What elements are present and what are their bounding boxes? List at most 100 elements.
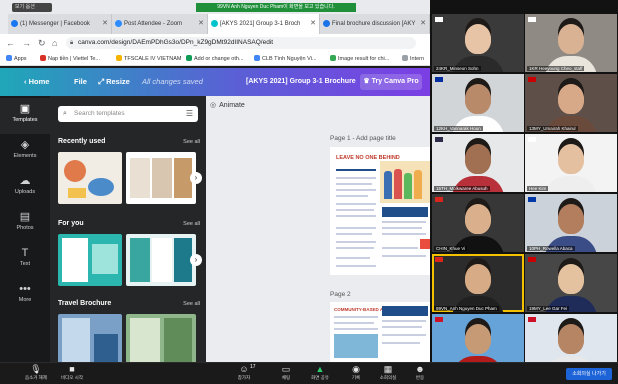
country-flag-icon <box>435 257 443 262</box>
rail-text[interactable]: T Text <box>0 242 50 278</box>
participant-tile[interactable]: 99VN_Anh Nguyen Duc Pham <box>432 254 524 312</box>
participant-tile[interactable]: Hee Kim <box>525 134 617 192</box>
animate-icon: ◎ <box>210 102 217 109</box>
zoom-view-options[interactable]: 보기 옵션 <box>12 3 52 12</box>
bookmark-item[interactable]: Intern <box>402 54 424 64</box>
rail-uploads[interactable]: ☁ Uploads <box>0 170 50 206</box>
tab-title: [AKYS 2021] Group 3-1 Broch <box>220 21 301 27</box>
home-button[interactable]: ‹ Home <box>24 68 49 96</box>
bookmark-item[interactable]: Add or change oth... <box>186 54 244 64</box>
leave-breakout-room-button[interactable]: 소회의실 나가기 <box>566 368 612 380</box>
bookmark-item[interactable]: TFSCALE IV VIETNAM <box>116 54 181 64</box>
template-thumbnail[interactable] <box>58 314 122 362</box>
participant-face <box>465 324 491 354</box>
start-video-button[interactable]: ■ 비디오 시작 <box>52 364 92 381</box>
reload-icon[interactable]: ↻ <box>38 37 46 49</box>
bookmarks-bar: Apps Nạp tiền | Viettel Te... TFSCALE IV… <box>0 52 430 66</box>
tab-title: Final brochure discussion [AKY <box>332 21 416 27</box>
file-menu[interactable]: File <box>74 68 87 96</box>
participant-tile[interactable]: 24KR_Minseon Sohn <box>432 14 524 72</box>
participant-tile[interactable]: 13MY_Umairah Khairul <box>525 74 617 132</box>
template-thumbnail[interactable] <box>126 152 196 204</box>
apps-grid-icon <box>6 55 12 61</box>
country-flag-icon <box>435 77 443 82</box>
search-templates-input[interactable]: ⌕ Search templates ☰ <box>58 106 198 122</box>
resize-icon: ⤢ <box>98 77 107 86</box>
participants-icon: ☺ <box>239 364 249 374</box>
participant-tile[interactable]: 19MY_Lee Gar Fei <box>525 254 617 312</box>
address-bar-row: ← → ↻ ⌂ 🔒︎ canva.com/design/DAEmPDhGs3o/… <box>0 34 430 52</box>
next-arrow-icon[interactable]: › <box>190 254 202 266</box>
participant-name: 99VN_Anh Nguyen Duc Pham <box>434 306 499 311</box>
page-1-label[interactable]: Page 1 - Add page title <box>330 135 396 142</box>
bookmark-item[interactable]: CLB Tình Nguyện Vi... <box>254 54 317 64</box>
close-icon[interactable]: ✕ <box>102 14 108 34</box>
template-thumbnail[interactable] <box>126 234 196 286</box>
rail-more[interactable]: ••• More <box>0 278 50 314</box>
bookmark-item[interactable]: Nạp tiền | Viettel Te... <box>40 54 100 64</box>
people-illustration <box>380 161 430 203</box>
rail-templates[interactable]: ▣ Templates <box>0 98 50 134</box>
browser-tab-strip: 보기 옵션 99VN Anh Nguyen Duc Pham이 화면을 보고 있… <box>0 0 430 34</box>
bookmark-icon <box>402 55 408 61</box>
bookmark-item[interactable]: Image result for chi... <box>330 54 389 64</box>
participant-face <box>465 204 491 234</box>
country-flag-icon <box>528 77 536 82</box>
reactions-button[interactable]: ☻ 반응 <box>400 364 440 381</box>
participant-body <box>545 176 597 192</box>
crown-icon: ♛ <box>363 78 372 85</box>
participants-button[interactable]: ☺ 17 참가자 <box>224 364 264 381</box>
messenger-icon <box>11 20 18 27</box>
document-title[interactable]: [AKYS 2021] Group 3-1 Brochure <box>246 68 356 96</box>
more-icon: ••• <box>19 283 31 295</box>
page-2-label[interactable]: Page 2 <box>330 291 351 298</box>
participant-tile[interactable]: 10PH_Rowella Abaca <box>525 194 617 252</box>
unmute-button[interactable]: 🎙︎ 음소거 해제 <box>16 364 56 381</box>
see-all-link[interactable]: See all <box>183 221 200 227</box>
country-flag-icon <box>528 317 536 322</box>
bookmark-apps[interactable]: Apps <box>6 54 27 64</box>
see-all-link[interactable]: See all <box>183 139 200 145</box>
video-camera-icon: ■ <box>69 364 75 374</box>
see-all-link[interactable]: See all <box>183 301 200 307</box>
tab-zoom[interactable]: Post Attendee - Zoom ✕ <box>112 14 208 34</box>
country-flag-icon <box>528 257 536 262</box>
try-canva-pro-button[interactable]: ♛ Try Canva Pro <box>360 74 422 90</box>
page-1-canvas[interactable]: LEAVE NO ONE BEHIND <box>330 147 430 275</box>
close-icon[interactable]: ✕ <box>310 14 316 34</box>
share-screen-button[interactable]: ▲ 화면 공유 <box>300 364 340 381</box>
template-thumbnail[interactable] <box>126 314 196 362</box>
zoom-toolbar: 🎙︎ 음소거 해제 ■ 비디오 시작 ☺ 17 참가자 ▭ 채팅 ▲ 화면 공유 ◉ 기록 ▦… <box>0 362 618 384</box>
page-2-canvas[interactable]: COMMUNITY-BASED ASEAN <box>330 302 430 362</box>
participant-name: 10PH_Rowella Abaca <box>527 246 575 251</box>
participant-name: 1KR Heeyoung Cheo_staff <box>527 66 585 71</box>
tab-docs[interactable]: Final brochure discussion [AKY ✕ <box>320 14 430 34</box>
rail-photos[interactable]: ▤ Photos <box>0 206 50 242</box>
participant-face <box>558 144 584 174</box>
participant-tile[interactable]: CHIN_Khue Vi <box>432 194 524 252</box>
share-screen-icon: ▲ <box>315 364 325 374</box>
lock-icon: 🔒︎ <box>70 40 74 46</box>
participant-tile[interactable]: 15TH_Molkwaree Abusuh <box>432 134 524 192</box>
template-thumbnail[interactable] <box>58 152 122 204</box>
filter-icon[interactable]: ☰ <box>186 106 193 122</box>
page-banner <box>382 207 428 217</box>
page-photo <box>334 334 378 358</box>
participant-face <box>558 204 584 234</box>
participant-tile[interactable]: 12KH_Vannarak Houn <box>432 74 524 132</box>
forward-arrow-icon[interactable]: → <box>22 37 31 49</box>
close-icon[interactable]: ✕ <box>198 14 204 34</box>
country-flag-icon <box>528 17 536 22</box>
animate-button[interactable]: ◎ Animate <box>210 96 245 116</box>
template-thumbnail[interactable] <box>58 234 122 286</box>
resize-button[interactable]: ⤢ Resize <box>98 68 130 96</box>
close-icon[interactable]: ✕ <box>420 14 426 34</box>
url-input[interactable]: 🔒︎ canva.com/design/DAEmPDhGs3o/DPn_kZ9g… <box>66 37 416 49</box>
back-arrow-icon[interactable]: ← <box>6 37 15 49</box>
tab-messenger[interactable]: (1) Messenger | Facebook ✕ <box>8 14 112 34</box>
home-icon[interactable]: ⌂ <box>52 37 57 49</box>
rail-elements[interactable]: ◈ Elements <box>0 134 50 170</box>
participant-tile[interactable]: 1KR Heeyoung Cheo_staff <box>525 14 617 72</box>
next-arrow-icon[interactable]: › <box>190 172 202 184</box>
tab-canva[interactable]: [AKYS 2021] Group 3-1 Broch ✕ <box>208 14 320 34</box>
